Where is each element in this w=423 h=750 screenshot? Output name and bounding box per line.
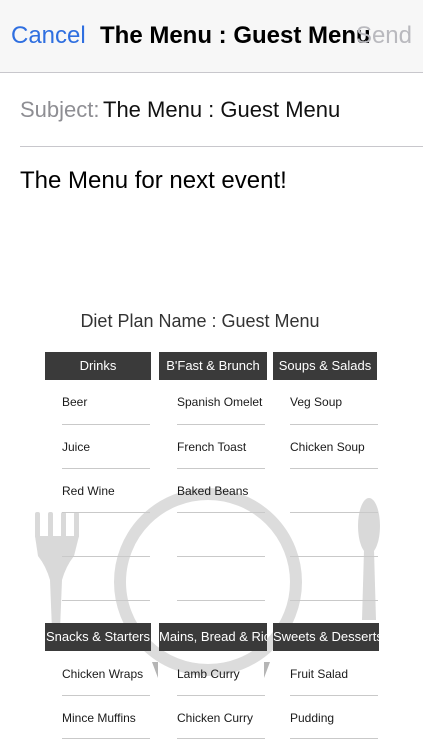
menu-attachment-image: Diet Plan Name : Guest Menu Drinks B'Fas… (0, 300, 423, 750)
row-divider (177, 695, 265, 696)
row-divider (62, 600, 150, 601)
subject-label: Subject: (20, 97, 100, 122)
menu-item: Pudding (290, 711, 335, 725)
row-divider (62, 468, 150, 469)
menu-item: Chicken Curry (177, 711, 254, 725)
row-divider (290, 468, 378, 469)
menu-item: Lamb Curry (177, 667, 240, 681)
section-header-mains-bread-rice: Mains, Bread & Rice (159, 623, 267, 651)
row-divider (62, 424, 150, 425)
section-header-sweets-desserts: Sweets & Desserts (273, 623, 379, 651)
menu-item: French Toast (177, 440, 247, 454)
cancel-button[interactable]: Cancel (11, 22, 86, 50)
menu-item: Beer (62, 395, 88, 409)
row-divider (177, 738, 265, 739)
row-divider (62, 695, 150, 696)
section-header-soups-salads: Soups & Salads (273, 352, 377, 380)
menu-item: Spanish Omelet (177, 395, 263, 409)
menu-item: Baked Beans (177, 484, 249, 498)
menu-item: Chicken Wraps (62, 667, 144, 681)
menu-item: Veg Soup (290, 395, 343, 409)
subject-field[interactable]: Subject: The Menu : Guest Menu (20, 72, 423, 147)
menu-item: Red Wine (62, 484, 115, 498)
compose-navbar: Cancel The Menu : Guest Menu Send (0, 0, 423, 73)
row-divider (290, 424, 378, 425)
row-divider (62, 738, 150, 739)
section-header-drinks: Drinks (45, 352, 151, 380)
menu-item (290, 475, 378, 507)
row-divider (177, 468, 265, 469)
row-divider (177, 600, 265, 601)
row-divider (290, 695, 378, 696)
section-header-snacks-starters: Snacks & Starters (45, 623, 151, 651)
section-header-bfast-brunch: B'Fast & Brunch (159, 352, 267, 380)
menu-item: Mince Muffins (62, 711, 136, 725)
row-divider (177, 424, 265, 425)
row-divider (290, 600, 378, 601)
subject-value[interactable]: The Menu : Guest Menu (103, 97, 340, 123)
row-divider (62, 512, 150, 513)
message-body[interactable]: The Menu for next event! (20, 167, 287, 195)
menu-item: Juice (62, 440, 91, 454)
menu-item: Fruit Salad (290, 667, 349, 681)
compose-title: The Menu : Guest Menu (100, 22, 371, 49)
send-button[interactable]: Send (356, 22, 412, 50)
row-divider (177, 556, 265, 557)
menu-item: Chicken Soup (290, 440, 365, 454)
diet-plan-title: Diet Plan Name : Guest Menu (80, 311, 320, 331)
row-divider (62, 556, 150, 557)
row-divider (290, 556, 378, 557)
row-divider (177, 512, 265, 513)
row-divider (290, 512, 378, 513)
row-divider (290, 738, 378, 739)
